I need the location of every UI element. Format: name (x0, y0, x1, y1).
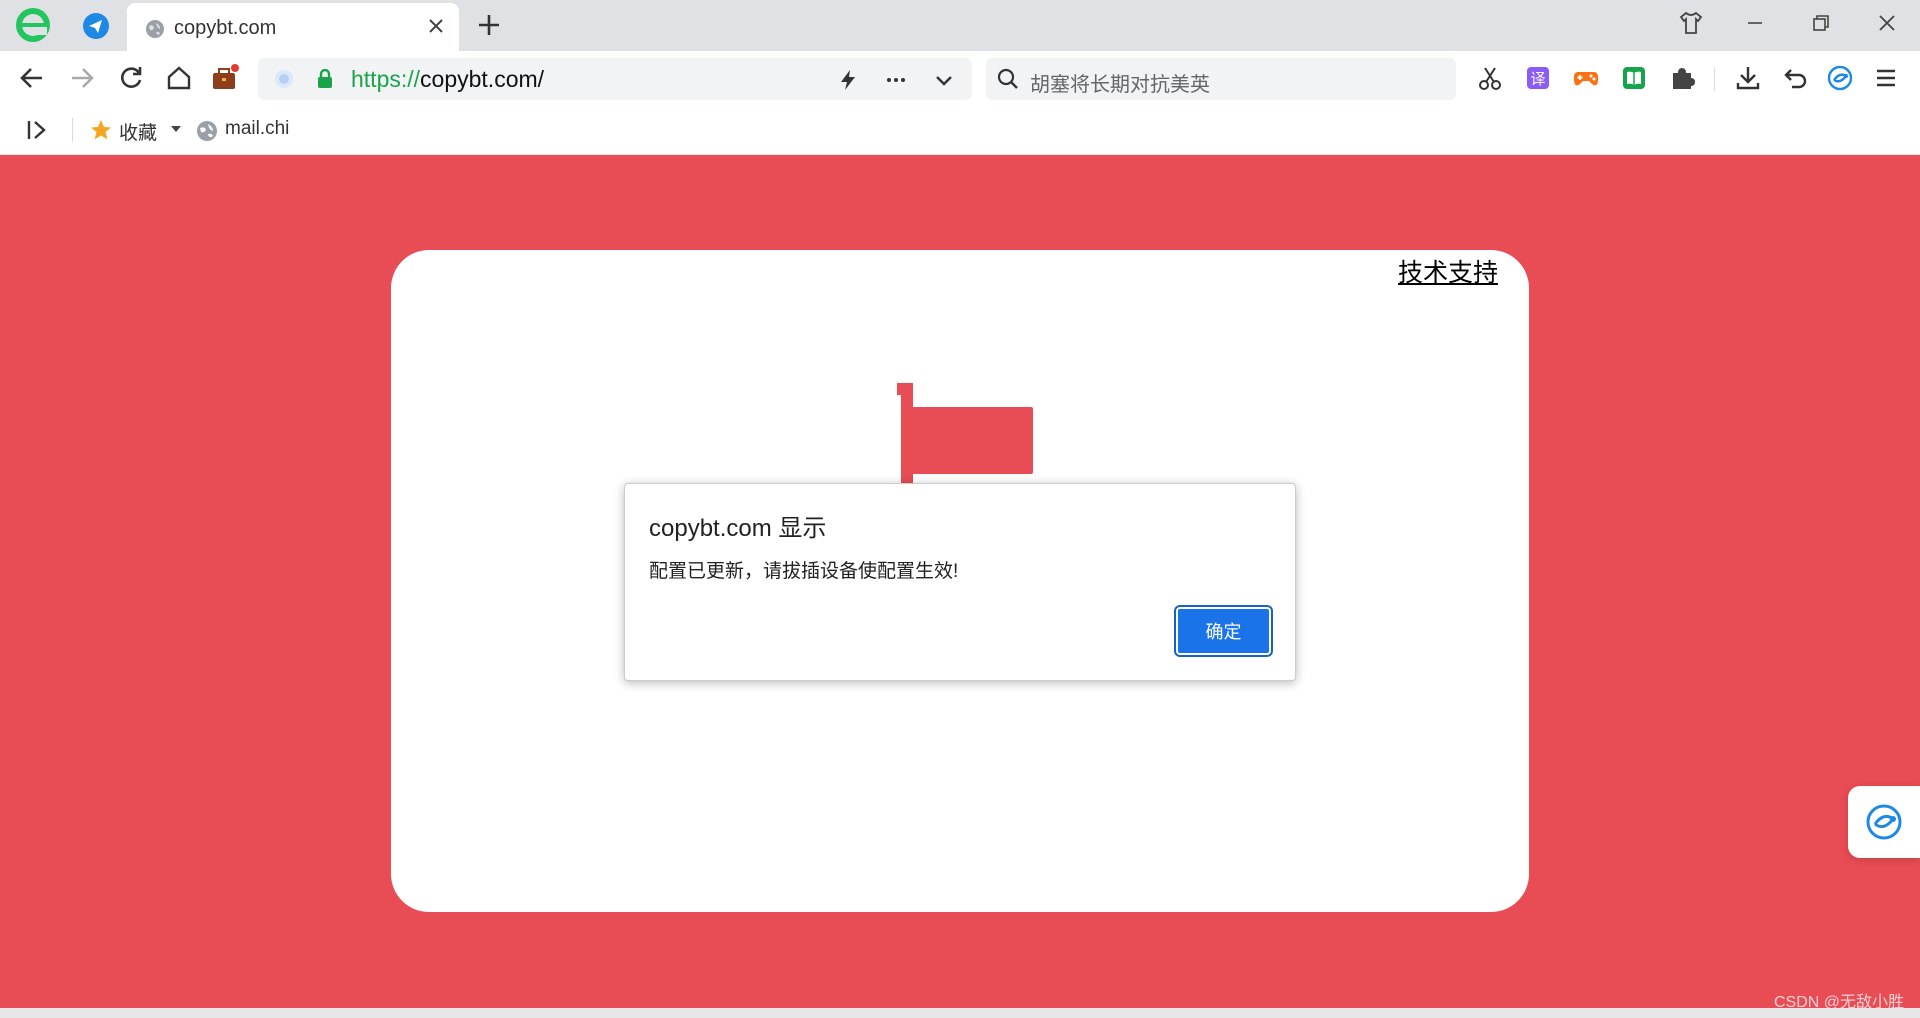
lock-icon[interactable] (316, 69, 334, 89)
bookmark-item-mail[interactable]: mail.chi (225, 118, 289, 140)
restore-icon[interactable] (1808, 10, 1834, 36)
favorites-label[interactable]: 收藏 (119, 118, 157, 145)
bookmarks-bar: 收藏 mail.chi (0, 106, 1920, 155)
ok-button[interactable]: 确定 (1176, 607, 1271, 655)
more-icon[interactable] (884, 68, 908, 92)
globe-icon (197, 121, 217, 141)
toolbar: https://copybt.com/ 胡塞将长期对抗美英 译 (0, 51, 1920, 106)
sidebar-toggle-icon[interactable] (26, 118, 48, 142)
toolbar-separator (1714, 67, 1715, 91)
favorites-dropdown-icon[interactable] (170, 124, 182, 134)
minimize-icon[interactable] (1742, 10, 1768, 36)
search-box[interactable]: 胡塞将长期对抗美英 (986, 58, 1456, 100)
close-tab-icon[interactable] (427, 17, 445, 35)
back-icon[interactable] (18, 64, 46, 92)
search-icon (997, 68, 1018, 89)
globe-icon (146, 20, 164, 38)
tab-strip: copybt.com (0, 0, 1920, 51)
reload-icon[interactable] (117, 64, 145, 92)
site-shield-icon[interactable] (274, 69, 294, 89)
gamepad-icon[interactable] (1572, 64, 1600, 92)
star-icon (91, 120, 111, 140)
extensions-puzzle-icon[interactable] (1668, 64, 1696, 92)
tech-support-link[interactable]: 技术支持 (1398, 253, 1498, 289)
alert-title: copybt.com 显示 (649, 515, 827, 542)
url-scheme: https:// (351, 66, 421, 92)
svg-text:译: 译 (1530, 70, 1545, 88)
home-icon[interactable] (165, 64, 193, 92)
assistant-icon (1866, 804, 1902, 840)
alert-dialog: copybt.com 显示 配置已更新，请拔插设备使配置生效! 确定 (624, 483, 1296, 681)
forward-icon[interactable] (68, 64, 96, 92)
browser-logo-icon[interactable] (14, 6, 52, 44)
scissors-icon[interactable] (1476, 64, 1504, 92)
translate-icon[interactable]: 译 (1524, 64, 1552, 92)
briefcase-icon[interactable] (211, 64, 239, 92)
active-tab[interactable]: copybt.com (127, 3, 459, 51)
chevron-down-icon[interactable] (932, 68, 956, 92)
book-extension-icon[interactable] (1620, 64, 1648, 92)
pinned-tab-telegram-icon[interactable] (80, 10, 112, 42)
new-tab-icon[interactable] (476, 12, 502, 38)
search-placeholder: 胡塞将长期对抗美英 (1030, 74, 1210, 96)
download-icon[interactable] (1734, 64, 1762, 92)
lightning-icon[interactable] (836, 68, 860, 92)
url-text[interactable]: https://copybt.com/ (351, 66, 544, 93)
alert-message: 配置已更新，请拔插设备使配置生效! (649, 561, 959, 582)
shopping-cart-icon (897, 383, 1033, 492)
menu-icon[interactable] (1872, 64, 1900, 92)
tab-title: copybt.com (174, 17, 277, 39)
bookmarks-separator (72, 118, 73, 142)
assistant-extension-icon[interactable] (1826, 64, 1854, 92)
url-host: copybt.com/ (420, 66, 545, 92)
skin-shirt-icon[interactable] (1678, 10, 1704, 36)
undo-close-icon[interactable] (1782, 64, 1810, 92)
address-bar[interactable]: https://copybt.com/ (258, 58, 972, 100)
bottom-bar (0, 1008, 1920, 1018)
close-window-icon[interactable] (1874, 10, 1900, 36)
floating-assistant-button[interactable] (1848, 786, 1920, 858)
